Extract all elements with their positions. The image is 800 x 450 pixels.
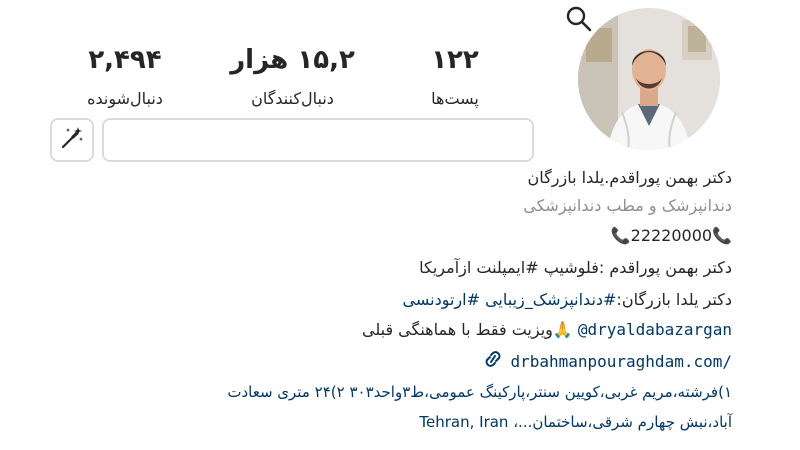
- bio-line-2-prefix: دکتر یلدا بازرگان:: [616, 290, 732, 309]
- followers-count: ۱۵,۲ هزار: [230, 45, 355, 75]
- magic-wand-icon: [59, 125, 85, 155]
- bio-line-3-text: 🙏ویزیت فقط با هماهنگی قبلی: [361, 320, 578, 339]
- phone-number[interactable]: 📞22220000📞: [611, 224, 732, 248]
- posts-label: پست‌ها: [431, 89, 479, 108]
- posts-count: ۱۲۲: [431, 45, 479, 75]
- website-link[interactable]: drbahmanpouraghdam.com/: [475, 348, 732, 377]
- followers-label: دنبال‌کنندگان: [251, 89, 334, 108]
- following-label: دنبال‌شونده: [87, 89, 163, 108]
- bio-hashtags[interactable]: #دندانپزشک_زیبایی #ارتودنسی: [403, 290, 617, 309]
- address-line-1[interactable]: ۱)فرشته،مریم غربی،کویین سنتر،پارکینگ عمو…: [227, 380, 732, 404]
- posts-stat[interactable]: ۱۲۲ پست‌ها: [400, 44, 510, 110]
- bio-line-3: @dryaldabazargan 🙏ویزیت فقط با هماهنگی ق…: [362, 318, 732, 342]
- bio-line-2: دکتر یلدا بازرگان:#دندانپزشک_زیبایی #ارت…: [403, 288, 732, 312]
- following-count: ۲,۴۹۴: [88, 45, 162, 75]
- profile-avatar[interactable]: [578, 8, 720, 150]
- followers-stat[interactable]: ۱۵,۲ هزار دنبال‌کنندگان: [225, 44, 360, 110]
- link-icon: [481, 348, 505, 377]
- address-line-2[interactable]: آباد،نبش چهارم شرقی،ساختمان...، Tehran, …: [419, 410, 732, 434]
- bio-mention[interactable]: @dryaldabazargan: [578, 320, 732, 339]
- action-box[interactable]: [102, 118, 534, 162]
- search-icon[interactable]: [564, 4, 594, 34]
- bio-line-1: دکتر بهمن پوراقدم :فلوشیپ #ایمپلنت ازآمر…: [419, 258, 732, 277]
- magic-wand-button[interactable]: [50, 118, 94, 162]
- profile-category: دندانپزشک و مطب دندانپزشکی: [523, 196, 732, 215]
- website-url[interactable]: drbahmanpouraghdam.com/: [510, 352, 732, 371]
- following-stat[interactable]: ۲,۴۹۴ دنبال‌شونده: [60, 44, 190, 110]
- bio-phone[interactable]: 📞22220000📞: [611, 224, 732, 248]
- profile-name: دکتر بهمن پوراقدم.یلدا بازرگان: [527, 168, 732, 187]
